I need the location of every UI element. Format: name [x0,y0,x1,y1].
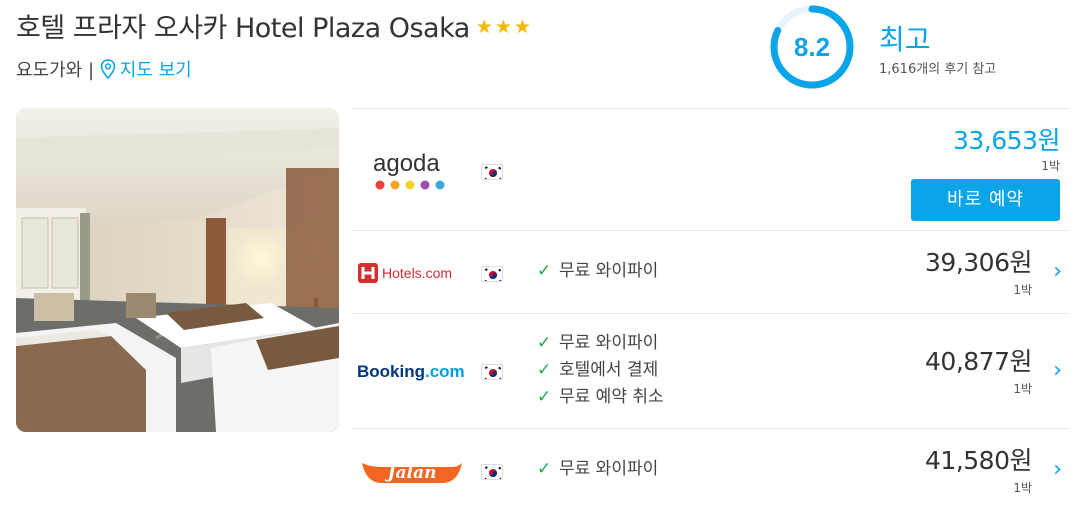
chevron-right-icon[interactable]: › [1053,259,1062,284]
jalan-logo-text: Jalan [385,463,437,483]
check-icon: ✓ [537,459,552,479]
offer-price: 41,580원 [925,446,1032,475]
check-icon: ✓ [537,333,552,353]
offer-row-hotels[interactable]: Hotels.com ✓ 무료 와이파이 39,306원 1박 › [351,230,1068,313]
rating-score: 8.2 [793,32,831,62]
room-illustration [16,108,339,432]
booking-logo-suffix: .com [425,362,465,381]
hotel-title: 호텔 프라자 오사카 Hotel Plaza Osaka ★★★ [16,6,533,45]
area-name: 요도가와 | [16,60,95,81]
agoda-logo-text: agoda [373,150,440,177]
map-link-label: 지도 보기 [119,60,192,81]
chevron-right-icon[interactable]: › [1053,457,1062,482]
hotel-room-photo[interactable] [16,108,339,432]
price-offer-list: agoda 33,653원 1박 바로 예약 Hotels.com ✓ 무료 와… [351,108,1068,511]
location-line: 요도가와 | 지도 보기 [16,56,192,82]
offer-row-booking[interactable]: Booking.com ✓ 무료 와이파이 ✓ 호텔에서 결제 ✓ 무료 예약 취소 … [351,313,1068,428]
map-pin-icon [100,59,116,79]
check-icon: ✓ [537,387,552,407]
kr-flag-icon [481,164,503,180]
booking-com-logo: Booking.com [356,359,471,387]
feature-item: ✓ 무료 와이파이 [537,258,658,285]
jalan-logo: Jalan [356,449,468,493]
offer-features: ✓ 무료 와이파이 [537,258,658,285]
check-icon: ✓ [537,360,552,380]
book-now-button[interactable]: 바로 예약 [911,179,1060,221]
feature-item: ✓ 무료 예약 취소 [537,384,664,411]
offer-nights: 1박 [1041,159,1060,173]
svg-text:Booking.com: Booking.com [357,362,465,381]
kr-flag-icon [481,364,503,380]
booking-logo-text: Booking [357,362,425,381]
hotel-name: 호텔 프라자 오사카 Hotel Plaza Osaka [16,13,470,44]
rating-label: 최고 [879,23,931,56]
kr-flag-icon [481,266,503,282]
map-link[interactable]: 지도 보기 [100,59,192,81]
hotels-com-logo: Hotels.com [356,261,471,289]
kr-flag-icon [481,464,503,480]
offer-features: ✓ 무료 와이파이 ✓ 호텔에서 결제 ✓ 무료 예약 취소 [537,330,664,411]
offer-price: 39,306원 [925,248,1032,277]
offer-price: 33,653원 [953,126,1060,155]
offer-features: ✓ 무료 와이파이 [537,456,658,483]
feature-item: ✓ 호텔에서 결제 [537,357,664,384]
offer-nights: 1박 [1013,481,1032,495]
feature-item: ✓ 무료 와이파이 [537,456,658,483]
offer-row-agoda[interactable]: agoda 33,653원 1박 바로 예약 [351,108,1068,230]
feature-item: ✓ 무료 와이파이 [537,330,664,357]
agoda-logo: agoda [356,149,466,197]
offer-price: 40,877원 [925,347,1032,376]
star-rating: ★★★ [475,16,533,38]
hotels-logo-text: Hotels.com [382,265,452,281]
review-count: 1,616개의 후기 참고 [879,62,997,77]
offer-nights: 1박 [1013,283,1032,297]
check-icon: ✓ [537,261,552,281]
offer-nights: 1박 [1013,382,1032,396]
chevron-right-icon[interactable]: › [1053,358,1062,383]
offer-row-jalan[interactable]: Jalan ✓ 무료 와이파이 41,580원 1박 › [351,428,1068,511]
rating-gauge: 8.2 [768,3,856,91]
